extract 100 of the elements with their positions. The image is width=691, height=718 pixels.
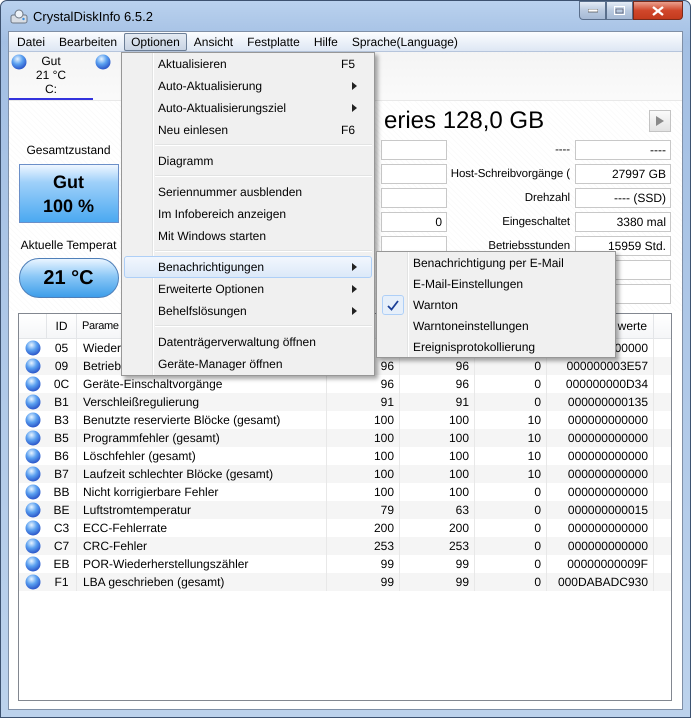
table-cell: 000000000000 xyxy=(547,429,654,447)
info-field: 0 xyxy=(381,212,447,232)
minimize-icon xyxy=(588,8,598,12)
table-cell: B7 xyxy=(47,465,77,483)
menu-item[interactable]: Warnton xyxy=(379,294,613,315)
menu-item[interactable]: Erweiterte Optionen xyxy=(124,278,372,300)
table-cell: 91 xyxy=(327,393,400,411)
disk-model-title: eries 128,0 GB xyxy=(384,107,544,135)
menu-item[interactable]: Diagramm xyxy=(124,150,372,172)
table-cell: CRC-Fehler xyxy=(77,537,327,555)
table-cell: 253 xyxy=(400,537,475,555)
menu-item[interactable]: Aktualisieren F5 xyxy=(124,53,372,75)
table-cell: 10 xyxy=(475,429,547,447)
status-dot-icon xyxy=(11,54,27,70)
column-header[interactable]: werte xyxy=(618,319,647,333)
info-label: ---- xyxy=(554,143,571,158)
table-cell: C7 xyxy=(47,537,77,555)
table-cell: 000000000000 xyxy=(547,465,654,483)
menu-item[interactable]: Datei xyxy=(10,32,52,50)
close-icon xyxy=(652,6,664,16)
health-status: Gut xyxy=(53,170,84,194)
table-cell: 10 xyxy=(475,465,547,483)
table-cell: 0 xyxy=(475,537,547,555)
submenu-arrow-icon xyxy=(352,104,357,112)
status-dot-icon xyxy=(25,520,41,536)
maximize-button[interactable] xyxy=(606,1,633,20)
table-cell: 100 xyxy=(327,465,400,483)
close-button[interactable] xyxy=(633,1,683,20)
menu-item[interactable]: Benachrichtigungen xyxy=(124,256,372,278)
table-cell: Programmfehler (gesamt) xyxy=(77,429,327,447)
table-cell: Luftstromtemperatur xyxy=(77,501,327,519)
status-dot-icon xyxy=(25,340,41,356)
status-dot-icon xyxy=(25,412,41,428)
info-label: Host-Schreibvorgänge ( xyxy=(450,167,571,182)
table-cell: F1 xyxy=(47,573,77,591)
info-field xyxy=(381,188,447,208)
status-dot-icon xyxy=(25,358,41,374)
table-cell: 000000000135 xyxy=(547,393,654,411)
info-label: Drehzahl xyxy=(524,191,571,206)
info-field: ---- (SSD) xyxy=(575,188,671,208)
window-title: CrystalDiskInfo 6.5.2 xyxy=(33,9,153,24)
drive-icon xyxy=(10,8,28,24)
health-label: Gesamtzustand xyxy=(26,143,111,157)
temperature-display: 21 °C xyxy=(18,258,118,298)
menu-item[interactable]: Seriennummer ausblenden xyxy=(124,181,372,203)
maximize-icon xyxy=(614,6,625,15)
status-dot-icon xyxy=(25,556,41,572)
menu-item[interactable]: Hilfe xyxy=(306,32,345,50)
table-cell: 100 xyxy=(400,465,475,483)
submenu-arrow-icon xyxy=(352,285,357,293)
menu-item[interactable]: Behelfslösungen xyxy=(124,300,372,322)
info-field xyxy=(381,164,447,184)
status-dot-icon xyxy=(25,394,41,410)
table-cell: 0 xyxy=(475,573,547,591)
info-field xyxy=(381,140,447,160)
menu-item[interactable]: Sprache(Language) xyxy=(344,32,465,50)
status-dot-icon xyxy=(25,502,41,518)
status-dot-icon xyxy=(25,448,41,464)
table-cell: 91 xyxy=(400,393,475,411)
table-cell: LBA geschrieben (gesamt) xyxy=(77,573,327,591)
menu-item[interactable]: Mit Windows starten xyxy=(124,225,372,247)
info-field: 3380 mal xyxy=(575,212,671,232)
menu-item[interactable]: Warntoneinstellungen xyxy=(379,315,613,336)
table-cell: Verschleißregulierung xyxy=(77,393,327,411)
table-cell: 79 xyxy=(327,501,400,519)
temperature-label: Aktuelle Temperat xyxy=(20,238,116,252)
table-cell: 0 xyxy=(475,501,547,519)
next-disk-button[interactable] xyxy=(649,110,671,132)
status-dot-icon xyxy=(25,574,41,590)
menu-item[interactable]: Neu einlesen F6 xyxy=(124,119,372,141)
status-dot-icon xyxy=(25,466,41,482)
status-dot-icon xyxy=(25,430,41,446)
play-icon xyxy=(656,116,664,126)
table-cell: 000DABADC930 xyxy=(547,573,654,591)
info-field: 27997 GB xyxy=(575,164,671,184)
menu-item[interactable]: Im Infobereich anzeigen xyxy=(124,203,372,225)
minimize-button[interactable] xyxy=(579,1,606,20)
table-cell: 99 xyxy=(400,573,475,591)
menu-item[interactable]: Festplatte xyxy=(240,32,307,50)
table-cell: 99 xyxy=(327,573,400,591)
checkmark-icon xyxy=(382,295,404,315)
menu-item[interactable]: Ansicht xyxy=(186,32,240,50)
column-header[interactable]: ID xyxy=(47,314,77,338)
submenu-arrow-icon xyxy=(352,82,357,90)
column-header[interactable]: Parame xyxy=(82,320,119,332)
menu-item[interactable]: Auto-Aktualisierung xyxy=(124,75,372,97)
status-dot-icon xyxy=(25,538,41,554)
health-percent: 100 % xyxy=(42,194,94,218)
info-label: Eingeschaltet xyxy=(501,215,571,230)
status-dot-icon xyxy=(95,54,111,70)
menu-item[interactable]: Bearbeiten xyxy=(52,32,124,50)
table-cell: 100 xyxy=(327,429,400,447)
menu-item[interactable]: E-Mail-Einstellungen xyxy=(379,273,613,294)
table-cell: 253 xyxy=(327,537,400,555)
table-cell: 09 xyxy=(47,357,77,375)
submenu-arrow-icon xyxy=(352,307,357,315)
menu-item[interactable]: Auto-Aktualisierungsziel xyxy=(124,97,372,119)
menu-item[interactable]: Optionen xyxy=(124,32,187,50)
table-cell: 100 xyxy=(400,429,475,447)
table-cell: B5 xyxy=(47,429,77,447)
